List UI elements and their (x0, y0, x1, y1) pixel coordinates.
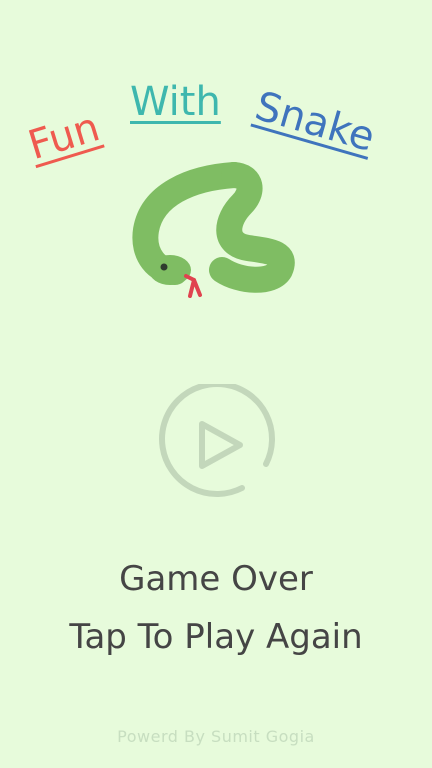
footer-credit: Powerd By Sumit Gogia (117, 727, 315, 746)
game-screen[interactable]: Fun With Snake Game Over Tap To Play Aga… (0, 0, 432, 768)
play-button[interactable] (156, 384, 276, 504)
game-over-text: Game Over (119, 559, 313, 599)
tap-to-play-again-text[interactable]: Tap To Play Again (0, 620, 432, 654)
snake-icon (130, 160, 305, 305)
play-icon (159, 384, 275, 497)
title-word-with: With (130, 79, 221, 125)
title-word-snake: Snake (250, 83, 380, 161)
title-word-fun: Fun (23, 104, 105, 170)
